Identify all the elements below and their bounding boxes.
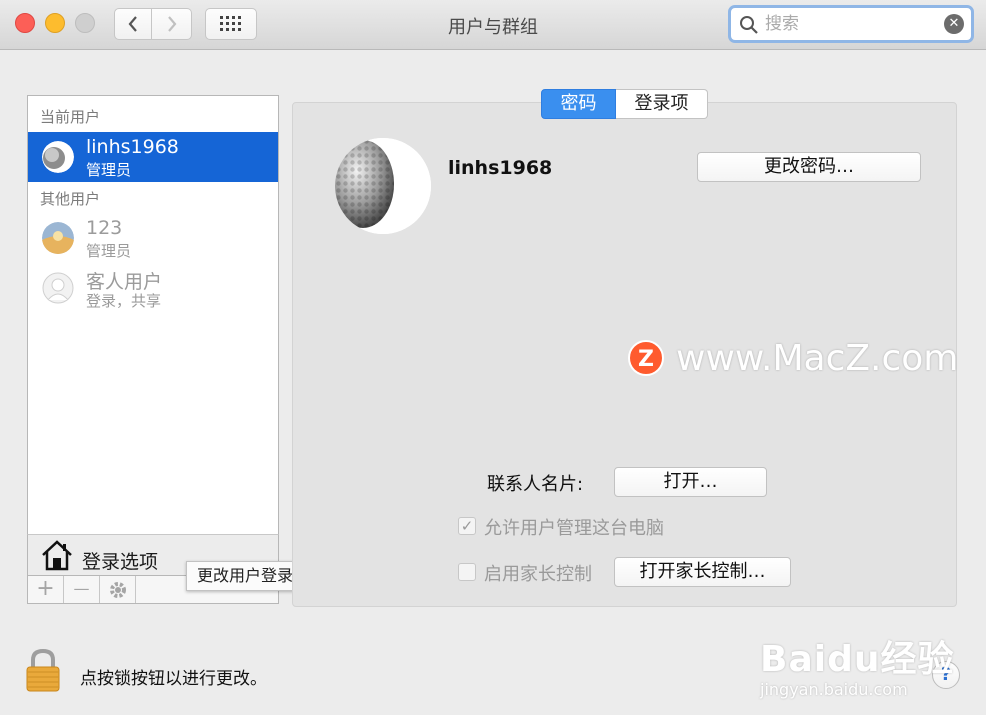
user-item-guest[interactable]: 客人用户 登录，共享 xyxy=(28,263,278,313)
search-icon xyxy=(740,16,758,34)
tab-password[interactable]: 密码 xyxy=(541,89,616,119)
baidu-watermark: Baidu经验 jingyan.baidu.com xyxy=(760,630,954,699)
search-field[interactable]: ✕ xyxy=(728,5,974,43)
parental-controls-checkbox[interactable] xyxy=(458,563,476,581)
baidu-watermark-text: Baidu经验 xyxy=(760,639,955,680)
user-item-123[interactable]: 123 管理员 xyxy=(28,213,278,263)
parental-controls-label: 启用家长控制 xyxy=(484,564,592,585)
remove-user-button[interactable]: — xyxy=(64,576,100,603)
add-user-button[interactable]: + xyxy=(28,576,64,603)
action-menu-button[interactable] xyxy=(100,576,136,603)
user-item-current[interactable]: linhs1968 管理员 xyxy=(28,132,278,182)
avatar xyxy=(42,141,74,173)
login-options-label: 登录选项 xyxy=(82,551,159,573)
user-picture[interactable] xyxy=(335,138,431,234)
macz-watermark-text: www.MacZ.com xyxy=(676,338,959,379)
title-bar: 用户与群组 ✕ xyxy=(0,0,986,50)
user-role: 登录，共享 xyxy=(86,292,162,310)
other-users-label: 其他用户 xyxy=(40,190,101,208)
tab-login-items[interactable]: 登录项 xyxy=(616,89,708,119)
user-name: linhs1968 xyxy=(86,136,179,158)
gear-icon xyxy=(109,582,126,598)
macz-logo-icon: Z xyxy=(628,340,664,376)
user-list: 当前用户 linhs1968 管理员 其他用户 123 管理员 客人用户 登录，… xyxy=(27,95,279,535)
lock-instruction: 点按锁按钮以进行更改。 xyxy=(80,669,267,689)
search-input[interactable] xyxy=(765,12,935,36)
open-contact-card-button[interactable]: 打开… xyxy=(614,467,767,497)
change-password-button[interactable]: 更改密码… xyxy=(697,152,921,182)
house-icon xyxy=(42,540,72,571)
lock-icon[interactable] xyxy=(24,648,62,692)
allow-admin-checkbox[interactable]: ✓ xyxy=(458,517,476,535)
open-parental-controls-button[interactable]: 打开家长控制… xyxy=(614,557,791,587)
baidu-watermark-url: jingyan.baidu.com xyxy=(760,680,908,699)
user-role: 管理员 xyxy=(86,242,132,260)
current-users-label: 当前用户 xyxy=(40,108,101,126)
user-role: 管理员 xyxy=(86,161,132,179)
user-full-name: linhs1968 xyxy=(448,157,553,179)
contact-card-label: 联系人名片: xyxy=(487,474,584,495)
user-name: 123 xyxy=(86,217,123,239)
allow-admin-label: 允许用户管理这台电脑 xyxy=(484,518,664,539)
avatar xyxy=(42,222,74,254)
tab-bar: 密码 登录项 xyxy=(541,89,708,119)
guest-avatar-icon xyxy=(42,272,74,304)
clear-search-icon[interactable]: ✕ xyxy=(944,14,964,34)
